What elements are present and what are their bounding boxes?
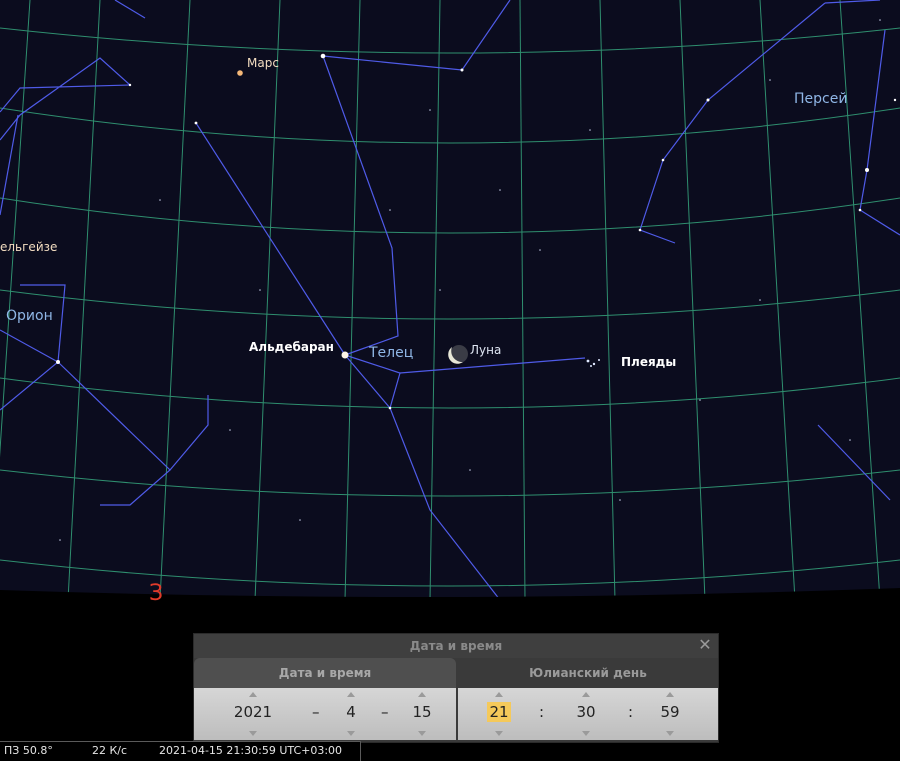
day-down-arrow-icon[interactable] — [418, 731, 426, 736]
hour-up-arrow-icon[interactable] — [495, 692, 503, 697]
hour-down-arrow-icon[interactable] — [495, 731, 503, 736]
month-up-arrow-icon[interactable] — [347, 692, 355, 697]
dialog-title: Дата и время — [409, 639, 503, 653]
aldebaran-label: Альдебаран — [249, 340, 334, 354]
second-value[interactable]: 59 — [652, 703, 688, 721]
datetime-readout[interactable]: 2021-04-15 21:30:59 UTC+03:00 — [159, 744, 342, 757]
day-spinbox[interactable]: 15 — [404, 688, 440, 740]
year-down-arrow-icon[interactable] — [249, 731, 257, 736]
minute-spinbox[interactable]: 30 — [568, 688, 604, 740]
month-spinbox[interactable]: 4 — [334, 688, 368, 740]
tab-date-time[interactable]: Дата и время — [194, 658, 456, 688]
minute-down-arrow-icon[interactable] — [582, 731, 590, 736]
mars-planet[interactable] — [237, 70, 243, 76]
day-up-arrow-icon[interactable] — [418, 692, 426, 697]
month-down-arrow-icon[interactable] — [347, 731, 355, 736]
minute-up-arrow-icon[interactable] — [582, 692, 590, 697]
time-panel: 21 : 30 : 59 — [458, 688, 718, 740]
status-bar: ПЗ 50.8° 22 К/с 2021-04-15 21:30:59 UTC+… — [0, 741, 361, 761]
fps-readout: 22 К/с — [92, 744, 128, 757]
time-separator: : — [539, 703, 545, 721]
close-icon[interactable]: ✕ — [696, 635, 714, 655]
second-down-arrow-icon[interactable] — [666, 731, 674, 736]
tab-julian-day[interactable]: Юлианский день — [458, 658, 718, 688]
minute-value[interactable]: 30 — [568, 703, 604, 721]
second-up-arrow-icon[interactable] — [666, 692, 674, 697]
date-separator: – — [312, 703, 320, 721]
aldebaran-star[interactable] — [341, 351, 349, 359]
day-value[interactable]: 15 — [404, 703, 440, 721]
betelgeuse-label: ельгейзе — [0, 240, 58, 254]
hour-spinbox[interactable]: 21 — [482, 688, 516, 740]
date-time-dialog: Дата и время ✕ Дата и время Юлианский де… — [193, 633, 719, 743]
year-up-arrow-icon[interactable] — [249, 692, 257, 697]
hour-value[interactable]: 21 — [487, 702, 511, 722]
time-separator: : — [628, 703, 634, 721]
mars-label: Марс — [247, 56, 279, 70]
moon-label: Луна — [470, 343, 502, 357]
second-spinbox[interactable]: 59 — [652, 688, 688, 740]
perseus-label: Персей — [794, 91, 848, 107]
fov-readout: ПЗ 50.8° — [4, 744, 53, 757]
pleiades-label: Плеяды — [621, 355, 677, 369]
date-panel: 2021 – 4 – 15 — [194, 688, 456, 740]
date-separator: – — [381, 703, 389, 721]
dialog-titlebar[interactable]: Дата и время ✕ — [194, 634, 718, 658]
orion-label: Орион — [6, 308, 53, 324]
year-spinbox[interactable]: 2021 — [222, 688, 284, 740]
month-value[interactable]: 4 — [334, 703, 368, 721]
taurus-label: Телец — [369, 345, 414, 361]
year-value[interactable]: 2021 — [222, 703, 284, 721]
west-direction-label: З — [149, 581, 164, 606]
